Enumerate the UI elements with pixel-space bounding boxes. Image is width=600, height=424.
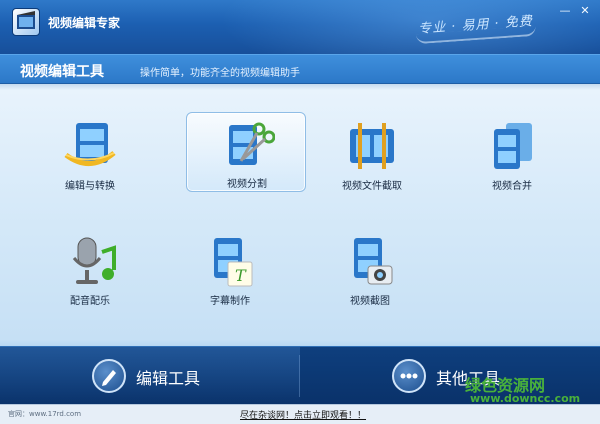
tool-subtitle-make[interactable]: T 字幕制作 xyxy=(170,230,290,310)
tool-edit-convert[interactable]: 编辑与转换 xyxy=(30,115,150,195)
tool-label: 视频合并 xyxy=(492,181,532,192)
tool-label: 视频文件截取 xyxy=(342,181,402,192)
tool-video-merge[interactable]: 视频合并 xyxy=(452,115,572,195)
tool-label: 配音配乐 xyxy=(70,296,110,307)
minimize-button[interactable]: — xyxy=(556,4,574,18)
tool-label: 编辑与转换 xyxy=(65,181,115,192)
section-header: 视频编辑工具 操作简单，功能齐全的视频编辑助手 xyxy=(0,54,600,84)
tool-label: 视频截图 xyxy=(350,296,390,307)
tool-video-split[interactable]: 视频分割 xyxy=(186,112,306,192)
film-scissors-icon xyxy=(229,122,275,165)
promo-link[interactable]: 尽在杂谈网！点击立即观看！！ xyxy=(240,408,366,421)
slogan-swoosh xyxy=(415,25,537,45)
dots-icon xyxy=(392,359,426,393)
app-window: 视频编辑专家 专业 · 易用 · 免费 — ✕ 视频编辑工具 操作简单，功能齐全… xyxy=(0,0,600,424)
tab-edit-tools[interactable]: 编辑工具 xyxy=(0,347,300,405)
tool-label: 字幕制作 xyxy=(210,296,250,307)
tab-label: 编辑工具 xyxy=(136,369,201,388)
status-bar: 官网：www.17rd.com 尽在杂谈网！点击立即观看！！ xyxy=(0,404,600,424)
slogan: 专业 · 易用 · 免费 xyxy=(417,14,534,37)
film-merge-icon xyxy=(494,123,532,169)
tool-label: 视频分割 xyxy=(227,179,267,190)
tool-video-screenshot[interactable]: 视频截图 xyxy=(310,230,430,310)
site-link[interactable]: 官网：www.17rd.com xyxy=(8,409,81,419)
close-button[interactable]: ✕ xyxy=(576,4,594,18)
section-subtitle: 操作简单，功能齐全的视频编辑助手 xyxy=(140,68,300,79)
svg-text:T: T xyxy=(235,266,247,285)
film-convert-icon xyxy=(64,123,116,166)
app-title: 视频编辑专家 xyxy=(48,16,121,30)
tool-dubbing-music[interactable]: 配音配乐 xyxy=(30,230,150,310)
title-bar: 视频编辑专家 专业 · 易用 · 免费 — ✕ xyxy=(0,0,600,80)
film-camera-icon xyxy=(354,238,393,285)
section-title: 视频编辑工具 xyxy=(20,64,104,80)
film-subtitle-icon: T xyxy=(214,238,253,287)
app-logo-icon xyxy=(12,8,40,36)
tool-file-clip[interactable]: 视频文件截取 xyxy=(312,115,432,195)
microphone-music-icon xyxy=(72,237,116,284)
film-clip-icon xyxy=(350,123,394,169)
pencil-icon xyxy=(92,359,126,393)
